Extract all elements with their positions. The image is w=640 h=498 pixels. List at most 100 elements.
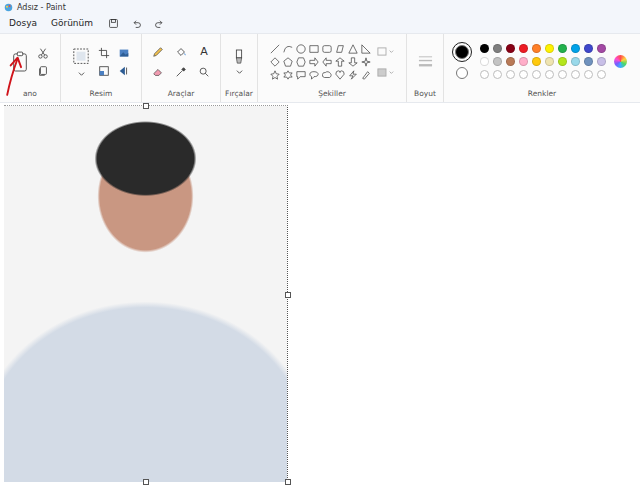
color-swatch[interactable]	[480, 57, 489, 66]
shape-icon[interactable]	[335, 70, 345, 80]
paint-logo-icon	[4, 3, 13, 12]
color-swatch[interactable]	[545, 44, 554, 53]
color-swatch[interactable]	[558, 70, 567, 79]
color-swatch[interactable]	[519, 70, 528, 79]
shape-icon[interactable]	[283, 57, 293, 67]
image-adjust-icon[interactable]	[118, 47, 130, 59]
color-swatch[interactable]	[493, 70, 502, 79]
color-swatch[interactable]	[480, 44, 489, 53]
dropdown-icon	[78, 70, 85, 77]
color-swatch[interactable]	[571, 57, 580, 66]
shape-icon[interactable]	[348, 70, 358, 80]
color-picker-icon[interactable]	[175, 66, 187, 78]
color-swatch[interactable]	[597, 57, 606, 66]
redo-icon[interactable]	[154, 18, 165, 29]
resize-handle[interactable]	[143, 479, 149, 485]
copy-icon[interactable]	[37, 65, 49, 77]
color-swatch[interactable]	[597, 44, 606, 53]
shape-icon[interactable]	[348, 57, 358, 67]
color-swatch[interactable]	[480, 70, 489, 79]
color-swatch[interactable]	[584, 57, 593, 66]
color-swatch[interactable]	[545, 70, 554, 79]
group-label: Renkler	[444, 89, 640, 102]
selection-icon	[72, 46, 90, 70]
shape-icon[interactable]	[270, 70, 280, 80]
color-swatch[interactable]	[519, 57, 528, 66]
cut-icon[interactable]	[37, 47, 49, 59]
shape-icon[interactable]	[361, 70, 371, 80]
magnifier-icon[interactable]	[198, 66, 210, 78]
clipboard-group: ano	[0, 34, 61, 102]
shape-icon[interactable]	[335, 44, 345, 54]
color-swatch[interactable]	[506, 57, 515, 66]
shape-icon[interactable]	[296, 57, 306, 67]
color-swatch[interactable]	[558, 57, 567, 66]
shape-icon[interactable]	[322, 57, 332, 67]
fill-icon[interactable]	[377, 67, 395, 78]
edit-colors-icon[interactable]	[614, 55, 627, 68]
color-swatch[interactable]	[493, 57, 502, 66]
menu-bar: Dosya Görünüm	[0, 13, 640, 33]
current-color[interactable]	[452, 42, 472, 62]
shape-icon[interactable]	[309, 57, 319, 67]
color-swatch[interactable]	[597, 70, 606, 79]
canvas[interactable]	[4, 105, 288, 482]
line-width-icon[interactable]	[417, 54, 434, 69]
current-colors	[452, 42, 472, 81]
pencil-icon[interactable]	[152, 46, 164, 58]
brushes-button[interactable]	[221, 34, 257, 89]
color-swatch[interactable]	[506, 70, 515, 79]
ribbon: anoResimAAraçlarFırçalarŞekillerBoyutRen…	[0, 33, 640, 103]
color-swatch[interactable]	[571, 44, 580, 53]
color-swatch[interactable]	[558, 44, 567, 53]
shape-icon[interactable]	[322, 70, 332, 80]
title-bar: Adsız - Paint	[0, 0, 640, 13]
color-swatch[interactable]	[571, 70, 580, 79]
group-label: Fırçalar	[221, 89, 257, 102]
shape-icon[interactable]	[296, 70, 306, 80]
group-label: Boyut	[407, 89, 443, 102]
menu-item[interactable]: Dosya	[6, 16, 40, 30]
color-swatch[interactable]	[532, 70, 541, 79]
canvas-area	[0, 103, 640, 498]
color-swatch[interactable]	[545, 57, 554, 66]
resize-icon[interactable]	[98, 65, 110, 77]
shape-icon[interactable]	[361, 57, 371, 67]
color-swatch[interactable]	[584, 70, 593, 79]
save-icon[interactable]	[108, 18, 119, 29]
flip-icon[interactable]	[118, 65, 130, 77]
color-swatch[interactable]	[493, 44, 502, 53]
color-swatch[interactable]	[532, 57, 541, 66]
shape-icon[interactable]	[283, 70, 293, 80]
shape-icon[interactable]	[348, 44, 358, 54]
color-swatch[interactable]	[519, 44, 528, 53]
current-color[interactable]	[454, 65, 470, 81]
shape-icon[interactable]	[361, 44, 371, 54]
shape-icon[interactable]	[283, 44, 293, 54]
shape-icon[interactable]	[309, 70, 319, 80]
crop-icon[interactable]	[98, 47, 110, 59]
menu-item[interactable]: Görünüm	[48, 16, 96, 30]
eraser-icon[interactable]	[152, 66, 164, 78]
shapes-group: Şekiller	[258, 34, 407, 102]
color-swatch[interactable]	[532, 44, 541, 53]
color-palette	[480, 44, 606, 79]
shapes-gallery	[270, 44, 371, 80]
fill-bucket-icon[interactable]	[175, 46, 187, 58]
resize-handle[interactable]	[143, 103, 149, 109]
resize-handle[interactable]	[285, 292, 291, 298]
shape-icon[interactable]	[296, 44, 306, 54]
paint-window: Adsız - Paint Dosya Görünüm anoResimAAraçla…	[0, 0, 640, 498]
undo-icon[interactable]	[131, 18, 142, 29]
shape-icon[interactable]	[270, 44, 280, 54]
text-tool[interactable]: A	[200, 46, 208, 58]
color-swatch[interactable]	[584, 44, 593, 53]
shape-icon[interactable]	[270, 57, 280, 67]
resize-handle[interactable]	[285, 479, 291, 485]
select-button[interactable]	[72, 46, 90, 77]
outline-icon[interactable]	[377, 46, 395, 57]
color-swatch[interactable]	[506, 44, 515, 53]
shape-icon[interactable]	[335, 57, 345, 67]
shape-icon[interactable]	[309, 44, 319, 54]
shape-icon[interactable]	[322, 44, 332, 54]
